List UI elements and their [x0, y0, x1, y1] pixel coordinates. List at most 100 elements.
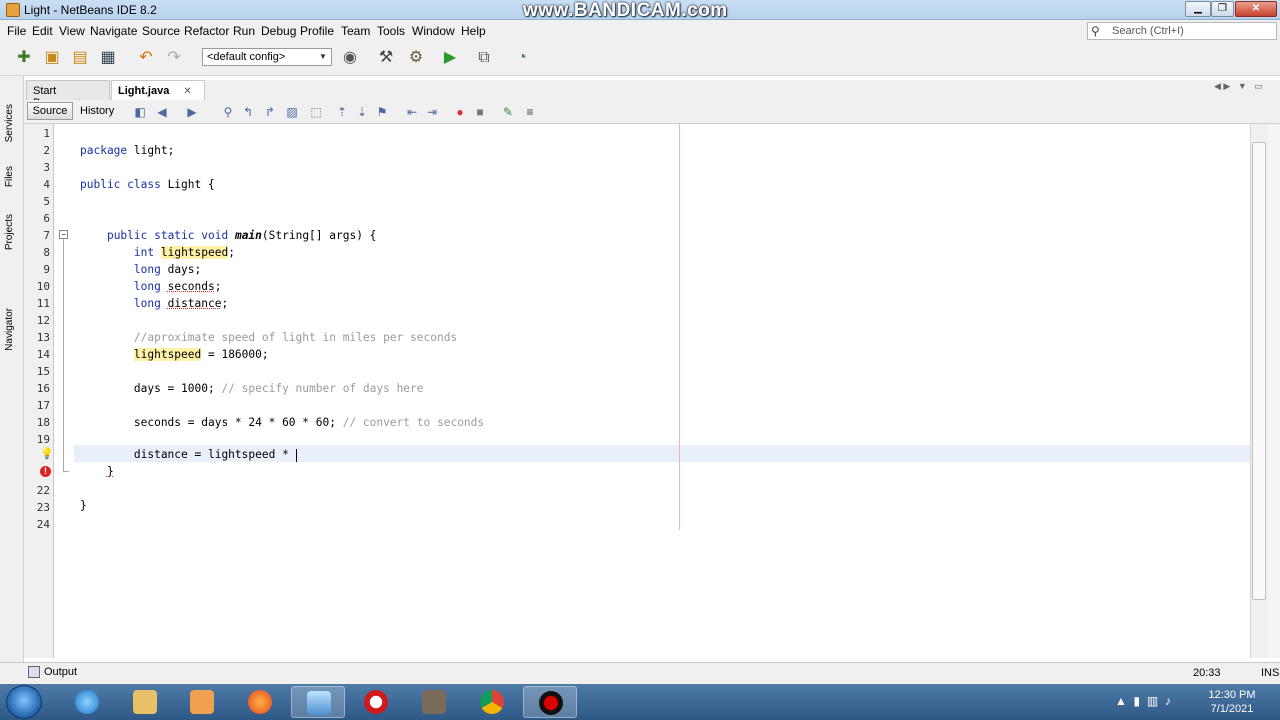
back-icon[interactable]: ◀ [154, 104, 170, 120]
menu-team[interactable]: Team [341, 24, 370, 38]
error-stripe[interactable] [1268, 124, 1280, 658]
rectangular-select-icon[interactable]: ⬚ [308, 104, 324, 120]
last-edit-icon[interactable]: ◧ [132, 104, 148, 120]
history-button[interactable]: History [80, 102, 114, 120]
menu-edit[interactable]: Edit [32, 24, 53, 38]
taskbar-ie[interactable] [60, 686, 114, 718]
taskbar-netbeans[interactable] [291, 686, 345, 718]
files-panel-tab[interactable]: Files [4, 166, 15, 187]
close-icon[interactable]: ✕ [183, 86, 191, 97]
stop-macro-icon[interactable]: ■ [472, 104, 488, 120]
tab-light-java[interactable]: Light.java ✕ [111, 80, 205, 100]
editor-toolbar: Source History ◧ ◀ ▶ ⚲ ↰ ↱ ▨ ⬚ ⇡ ⇣ ⚑ ⇤ ⇥… [24, 100, 1280, 124]
new-file-icon[interactable]: ✚ [14, 48, 34, 68]
find-icon[interactable]: ⚲ [220, 104, 236, 120]
projects-panel-tab[interactable]: Projects [4, 214, 15, 250]
menu-view[interactable]: View [59, 24, 85, 38]
fold-toggle-icon[interactable]: − [59, 230, 68, 239]
opera-icon [364, 690, 388, 714]
taskbar-explorer[interactable] [118, 686, 172, 718]
line-number: 3 [43, 161, 50, 174]
find-previous-icon[interactable]: ↰ [240, 104, 256, 120]
find-next-icon[interactable]: ↱ [262, 104, 278, 120]
code-line: long distance; [133, 297, 229, 310]
menu-refactor[interactable]: Refactor [184, 24, 229, 38]
menu-profile[interactable]: Profile [300, 24, 334, 38]
system-tray[interactable]: ▲ ▮ ▥ ♪ [1115, 694, 1171, 708]
code-line: long days; [133, 263, 202, 276]
services-panel-tab[interactable]: Services [4, 104, 15, 142]
tab-start-page[interactable]: Start Page✕ [26, 80, 110, 109]
config-select[interactable]: <default config> ▼ [202, 48, 332, 66]
forward-icon[interactable]: ▶ [184, 104, 200, 120]
media-player-icon [190, 690, 214, 714]
scrollbar-thumb[interactable] [1252, 142, 1266, 600]
menu-navigate[interactable]: Navigate [90, 24, 137, 38]
uncomment-icon[interactable]: ≡ [522, 104, 538, 120]
folder-icon [133, 690, 157, 714]
menu-file[interactable]: File [7, 24, 26, 38]
taskbar-media[interactable] [175, 686, 229, 718]
clean-build-icon[interactable]: ⚙ [406, 48, 426, 68]
next-bookmark-icon[interactable]: ⇣ [354, 104, 370, 120]
save-all-icon[interactable]: ▦ [98, 48, 118, 68]
menu-source[interactable]: Source [142, 24, 180, 38]
clock[interactable]: 12:30 PM 7/1/2021 [1200, 688, 1264, 716]
search-placeholder: Search (Ctrl+I) [1112, 25, 1184, 37]
menu-tools[interactable]: Tools [377, 24, 405, 38]
navigator-panel-tab[interactable]: Navigator [4, 308, 15, 351]
minimize-button[interactable]: ▁ [1185, 1, 1211, 17]
taskbar-opera[interactable] [349, 686, 403, 718]
netbeans-app-icon [6, 3, 20, 17]
open-project-icon[interactable]: ▤ [70, 48, 90, 68]
redo-icon[interactable]: ↷ [164, 48, 184, 68]
side-panel-strip: Services Files Projects Navigator [0, 76, 24, 662]
maximize-button[interactable]: ❐ [1211, 1, 1234, 17]
output-bar [0, 662, 1280, 684]
start-macro-icon[interactable]: ● [452, 104, 468, 120]
previous-bookmark-icon[interactable]: ⇡ [334, 104, 350, 120]
bandicam-watermark: www.BANDICAM.com [523, 0, 728, 21]
source-button[interactable]: Source [27, 102, 73, 120]
build-icon[interactable]: ⚒ [376, 48, 396, 68]
error-icon[interactable]: ! [40, 466, 51, 477]
close-button[interactable]: ✕ [1235, 1, 1277, 17]
menu-debug[interactable]: Debug [261, 24, 296, 38]
run-icon[interactable]: ▶ [440, 48, 460, 68]
menu-run[interactable]: Run [233, 24, 255, 38]
line-number: 11 [36, 297, 50, 310]
hint-bulb-icon[interactable]: 💡 [40, 448, 54, 460]
start-button[interactable] [6, 685, 42, 719]
tab-navigation[interactable]: ◀ ▶ ▼ ▭ [1214, 81, 1274, 95]
code-line: //aproximate speed of light in miles per… [133, 331, 458, 344]
editor-tabs: Start Page✕ Light.java ✕ [24, 80, 1280, 109]
menu-help[interactable]: Help [461, 24, 486, 38]
taskbar-firefox[interactable] [233, 686, 287, 718]
config-value: <default config> [207, 51, 286, 63]
code-line: public static void main(String[] args) { [106, 229, 377, 242]
code-line: distance = lightspeed * [80, 448, 297, 462]
line-number: 9 [43, 263, 50, 276]
output-tab[interactable]: Output [44, 666, 77, 678]
undo-icon[interactable]: ↶ [136, 48, 156, 68]
menu-window[interactable]: Window [412, 24, 455, 38]
code-line: seconds = days * 24 * 60 * 60; // conver… [80, 416, 485, 429]
debug-icon[interactable]: ⧉ [474, 48, 494, 68]
toggle-bookmark-icon[interactable]: ⚑ [374, 104, 390, 120]
profile-icon[interactable]: ◔ [512, 48, 532, 68]
taskbar-emblem[interactable] [407, 686, 461, 718]
title-bar: Light - NetBeans IDE 8.2 www.BANDICAM.co… [0, 0, 1280, 20]
comment-icon[interactable]: ✎ [500, 104, 516, 120]
search-input[interactable]: ⚲ Search (Ctrl+I) [1087, 22, 1277, 40]
line-number: 1 [43, 127, 50, 140]
toggle-highlight-icon[interactable]: ▨ [284, 104, 300, 120]
new-project-icon[interactable]: ▣ [42, 48, 62, 68]
taskbar-bandicam[interactable] [523, 686, 577, 718]
line-number: 15 [36, 365, 50, 378]
taskbar-chrome[interactable] [465, 686, 519, 718]
globe-icon[interactable]: ◉ [340, 48, 360, 68]
shift-left-icon[interactable]: ⇤ [404, 104, 420, 120]
shift-right-icon[interactable]: ⇥ [424, 104, 440, 120]
line-number: 23 [36, 501, 50, 514]
code-line: package light; [80, 144, 175, 157]
